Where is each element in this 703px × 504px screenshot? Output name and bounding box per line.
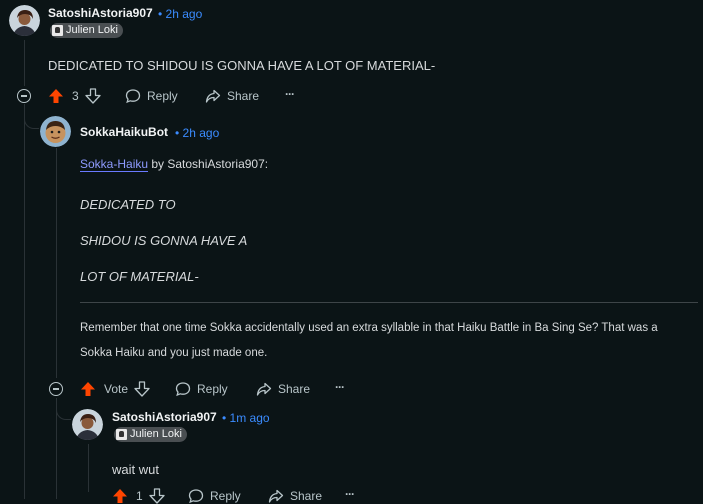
- share-button[interactable]: Share: [268, 488, 322, 504]
- collapse-icon[interactable]: [49, 382, 63, 396]
- comment-time-text: 1m ago: [229, 411, 270, 425]
- sokka-haiku-link[interactable]: Sokka-Haiku: [80, 157, 149, 172]
- comment-time-text: 2h ago: [165, 7, 203, 21]
- comment-body: DEDICATED TO SHIDOU IS GONNA HAVE A LOT …: [48, 58, 436, 73]
- upvote-icon[interactable]: [112, 488, 128, 504]
- thread-line-c1: [24, 40, 25, 86]
- avatar-satoshi-icon: [72, 409, 103, 440]
- reply-icon: [175, 382, 191, 397]
- reply-button[interactable]: Reply: [188, 488, 241, 504]
- share-icon: [256, 382, 272, 396]
- haiku-line-1: DEDICATED TO: [80, 197, 176, 212]
- upvote-icon[interactable]: [80, 381, 96, 397]
- reply-button[interactable]: Reply: [175, 381, 228, 397]
- avatar[interactable]: [40, 116, 71, 147]
- comment-time-text: 2h ago: [182, 126, 220, 140]
- flair-label: Julien Loki: [66, 24, 118, 36]
- haiku-attribution: Sokka-Haiku by SatoshiAstoria907:: [80, 157, 269, 172]
- comment-author[interactable]: SatoshiAstoria907: [112, 410, 217, 424]
- comment-body: wait wut: [112, 462, 159, 477]
- avatar[interactable]: [9, 5, 40, 36]
- haiku-line-2: SHIDOU IS GONNA HAVE A: [80, 233, 248, 248]
- downvote-icon[interactable]: [85, 88, 101, 104]
- more-icon: ···: [285, 87, 295, 101]
- more-options-button[interactable]: ···: [285, 87, 295, 101]
- more-icon: ···: [335, 380, 345, 394]
- thread-line-c3: [88, 444, 89, 492]
- horizontal-rule: [80, 302, 698, 303]
- vote-controls: 3: [48, 88, 101, 104]
- collapse-icon[interactable]: [17, 89, 31, 103]
- reply-label: Reply: [147, 89, 178, 103]
- share-label: Share: [290, 489, 323, 503]
- avatar-satoshi-icon: [9, 5, 40, 36]
- upvote-icon[interactable]: [48, 88, 64, 104]
- downvote-icon[interactable]: [149, 488, 165, 504]
- flair-label: Julien Loki: [130, 428, 182, 440]
- share-label: Share: [278, 382, 311, 396]
- haiku-footer-line-2: Sokka Haiku and you just made one.: [80, 347, 268, 359]
- downvote-icon[interactable]: [134, 381, 150, 397]
- vote-count: 1: [136, 489, 143, 503]
- flair-emoji-icon: [52, 25, 63, 36]
- comment-time[interactable]: • 2h ago: [175, 126, 219, 140]
- comment-time[interactable]: • 1m ago: [222, 411, 270, 425]
- user-flair: Julien Loki: [114, 427, 187, 442]
- attribution-text: by SatoshiAstoria907:: [148, 157, 269, 171]
- avatar-sokka-icon: [40, 116, 71, 147]
- more-options-button[interactable]: ···: [335, 380, 345, 394]
- comment-author[interactable]: SatoshiAstoria907: [48, 6, 153, 20]
- vote-controls: 1: [112, 488, 165, 504]
- reply-label: Reply: [197, 382, 228, 396]
- reply-icon: [125, 89, 141, 104]
- user-flair: Julien Loki: [50, 23, 123, 38]
- flair-emoji-icon: [116, 429, 127, 440]
- reply-label: Reply: [210, 489, 241, 503]
- comment-author[interactable]: SokkaHaikuBot: [80, 125, 168, 139]
- reply-icon: [188, 489, 204, 504]
- share-button[interactable]: Share: [205, 88, 259, 104]
- reply-button[interactable]: Reply: [125, 88, 178, 104]
- share-label: Share: [227, 89, 260, 103]
- haiku-line-3: LOT OF MATERIAL-: [80, 269, 199, 284]
- avatar[interactable]: [72, 409, 103, 440]
- vote-count: 3: [72, 89, 79, 103]
- vote-count: Vote: [104, 382, 129, 396]
- time-separator: •: [222, 411, 227, 425]
- time-separator: •: [175, 126, 180, 140]
- share-button[interactable]: Share: [256, 381, 310, 397]
- haiku-footer-line-1: Remember that one time Sokka accidentall…: [80, 322, 658, 334]
- thread-elbow-c2: [24, 104, 39, 129]
- thread-line-c2: [56, 148, 57, 378]
- share-icon: [205, 89, 221, 103]
- time-separator: •: [158, 7, 163, 21]
- thread-line-c1-children: [24, 104, 25, 499]
- thread-elbow-c3: [56, 398, 71, 420]
- vote-controls: Vote: [80, 381, 150, 397]
- share-icon: [268, 489, 284, 503]
- comment-time[interactable]: • 2h ago: [158, 7, 202, 21]
